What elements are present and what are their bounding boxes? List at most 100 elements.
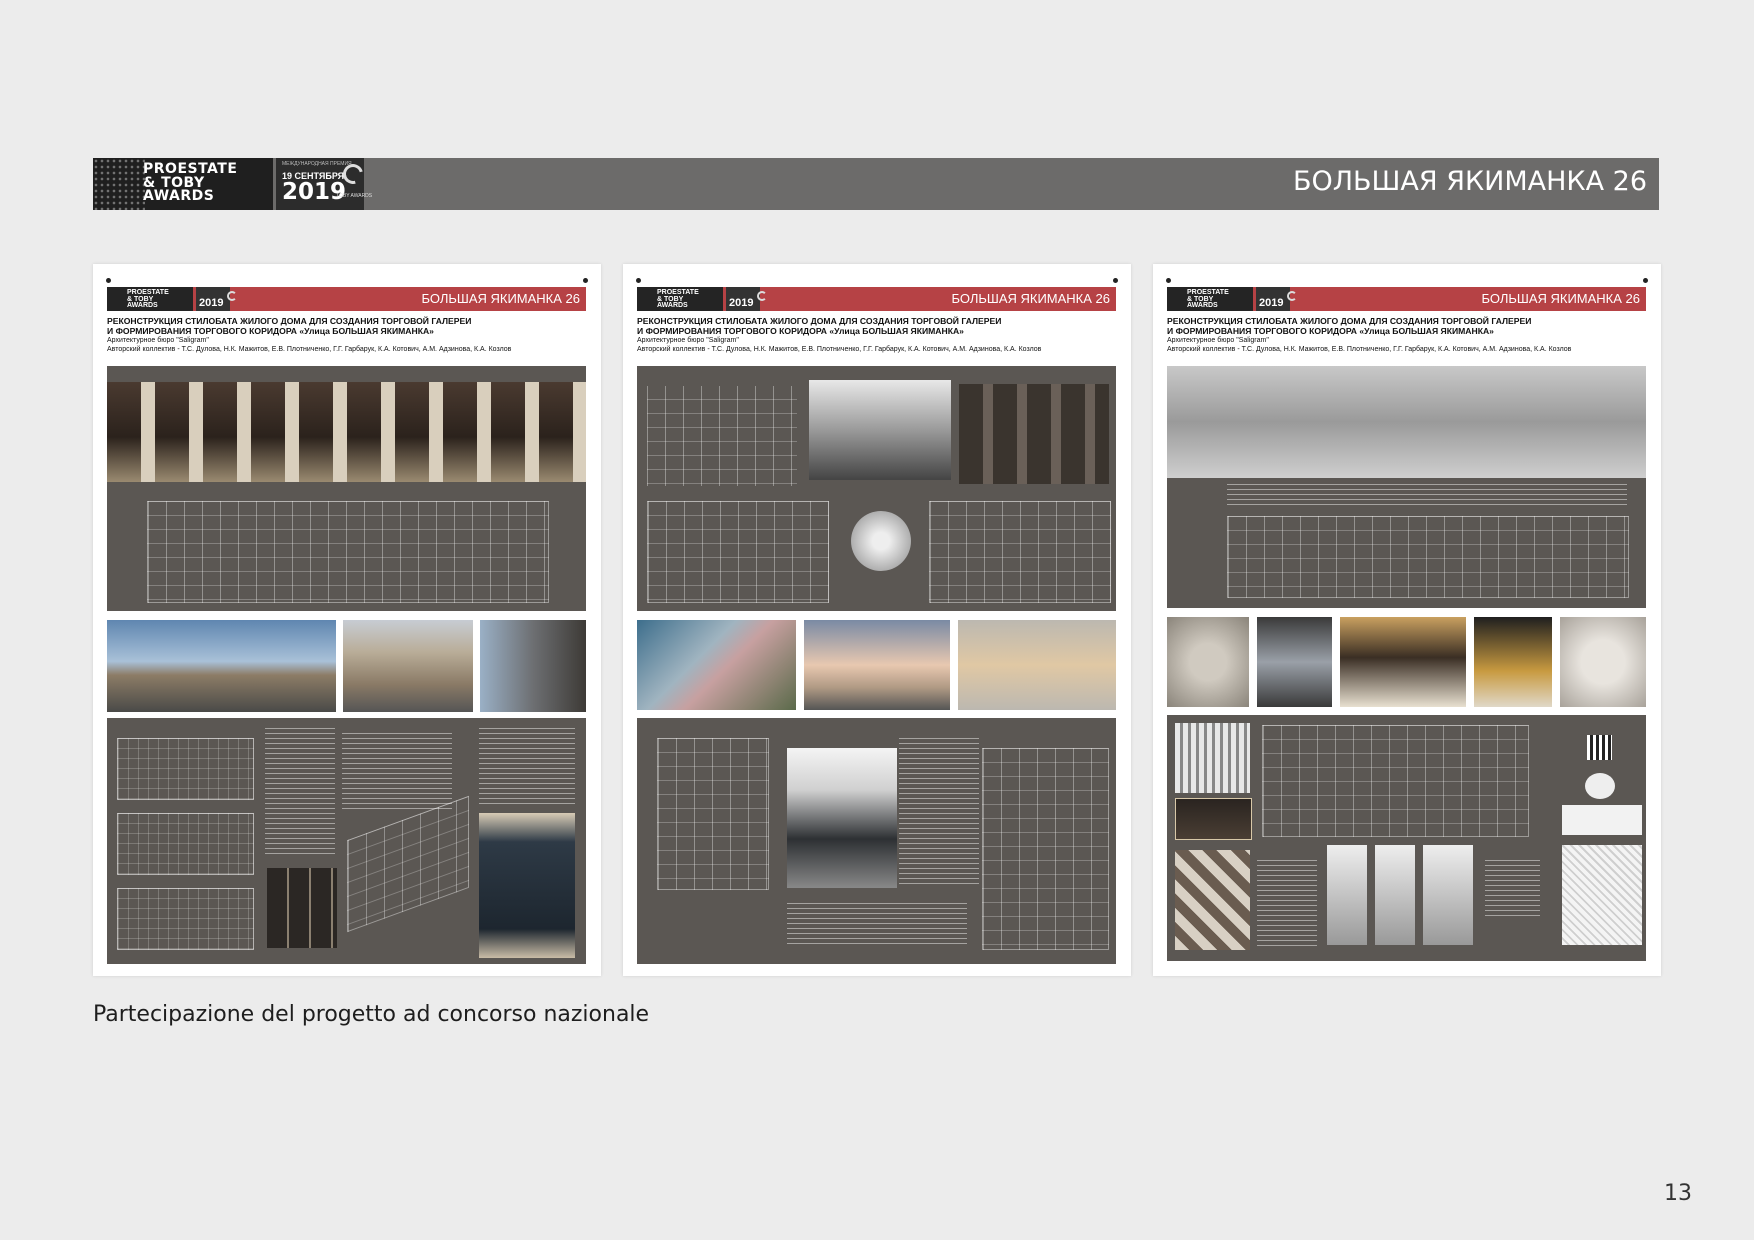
poster-header: PROESTATE & TOBY AWARDS 2019 БОЛЬШАЯ ЯКИ… [637, 287, 1116, 311]
header-banner: PROESTATE & TOBY AWARDS МЕЖДУНАРОДНАЯ ПР… [93, 158, 1659, 210]
pin-icon [106, 278, 111, 283]
poster-title: БОЛЬШАЯ ЯКИМАНКА 26 [1481, 291, 1640, 306]
text-block [787, 903, 967, 948]
site-model [958, 620, 1116, 710]
poster-bureau: Архитектурное бюро "Saligram" [637, 337, 739, 344]
relief-detail-photo [1560, 617, 1646, 707]
poster-authors: Авторский коллектив - Т.С. Дулова, Н.К. … [637, 346, 1042, 353]
poster-authors: Авторский коллектив - Т.С. Дулова, Н.К. … [1167, 346, 1572, 353]
facade-panel [107, 366, 586, 611]
page-number: 13 [1664, 1181, 1692, 1206]
lettering-pattern [1562, 845, 1642, 945]
building-photo [343, 620, 473, 712]
poster-logo: PROESTATE & TOBY AWARDS [637, 287, 723, 311]
floor-plan [117, 738, 254, 800]
ornament-details [959, 384, 1109, 484]
awards-logo: PROESTATE & TOBY AWARDS [93, 158, 273, 210]
pin-icon [1643, 278, 1648, 283]
crescent-icon [1287, 291, 1297, 301]
street-photo [107, 620, 336, 712]
poster-subtitle: РЕКОНСТРУКЦИЯ СТИЛОБАТА ЖИЛОГО ДОМА ДЛЯ … [107, 316, 587, 354]
poster-authors: Авторский коллектив - Т.С. Дулова, Н.К. … [107, 346, 512, 353]
poster-bureau: Архитектурное бюро "Saligram" [1167, 337, 1269, 344]
poster-heading-2: И ФОРМИРОВАНИЯ ТОРГОВОГО КОРИДОРА «Улица… [637, 326, 964, 336]
aerial-render [637, 620, 796, 710]
floor-plan [117, 888, 254, 950]
poster-heading-2: И ФОРМИРОВАНИЯ ТОРГОВОГО КОРИДОРА «Улица… [1167, 326, 1494, 336]
storefront-photo [787, 748, 897, 888]
sections-panel [637, 718, 1116, 964]
street-view-photo [480, 620, 586, 712]
poster-3: PROESTATE & TOBY AWARDS 2019 БОЛЬШАЯ ЯКИ… [1153, 264, 1661, 976]
text-block [265, 728, 335, 858]
interior-photo [1474, 617, 1552, 707]
spec-text [899, 738, 979, 888]
poster-title: БОЛЬШАЯ ЯКИМАНКА 26 [421, 291, 580, 306]
ornament-photo [1175, 723, 1250, 793]
text-block [1257, 860, 1317, 950]
crescent-icon [757, 291, 767, 301]
pin-icon [1113, 278, 1118, 283]
pin-icon [636, 278, 641, 283]
interior-plan [1262, 725, 1529, 837]
page-title: БОЛЬШАЯ ЯКИМАНКА 26 [1292, 166, 1647, 197]
detail-photo [267, 868, 337, 948]
plans-panel [107, 718, 586, 964]
details-panel [637, 366, 1116, 611]
elevation-drawing [647, 386, 797, 486]
poster-header: PROESTATE & TOBY AWARDS 2019 БОЛЬШАЯ ЯКИ… [1167, 287, 1646, 311]
pin-icon [583, 278, 588, 283]
qr-code [1587, 735, 1612, 760]
materials-swatches [1175, 850, 1250, 950]
toby-label: TOBY AWARDS [336, 193, 373, 199]
poster-logo: PROESTATE & TOBY AWARDS [1167, 287, 1253, 311]
facade-photo [107, 382, 586, 482]
poster-heading-1: РЕКОНСТРУКЦИЯ СТИЛОБАТА ЖИЛОГО ДОМА ДЛЯ … [1167, 316, 1532, 326]
text-block [1485, 860, 1540, 920]
text-block [1227, 484, 1627, 506]
awards-logo-text: PROESTATE & TOBY AWARDS [143, 161, 238, 204]
poster-subtitle: РЕКОНСТРУКЦИЯ СТИЛОБАТА ЖИЛОГО ДОМА ДЛЯ … [1167, 316, 1647, 354]
sculpture-photo [1375, 845, 1415, 945]
floor-plan [117, 813, 254, 875]
relief-detail-photo [1167, 617, 1249, 707]
poster-subtitle: РЕКОНСТРУКЦИЯ СТИЛОБАТА ЖИЛОГО ДОМА ДЛЯ … [637, 316, 1117, 354]
bas-relief-photo [1167, 366, 1646, 478]
poster-heading-1: РЕКОНСТРУКЦИЯ СТИЛОБАТА ЖИЛОГО ДОМА ДЛЯ … [637, 316, 1002, 326]
event-label: МЕЖДУНАРОДНАЯ ПРЕМИЯ [282, 161, 352, 167]
poster-logo: PROESTATE & TOBY AWARDS [107, 287, 193, 311]
axonometric-drawing [347, 795, 469, 933]
facade-render [809, 380, 951, 480]
facade-drawing [929, 501, 1111, 603]
poster-heading-2: И ФОРМИРОВАНИЯ ТОРГОВОГО КОРИДОРА «Улица… [107, 326, 434, 336]
sculpture-photo [1423, 845, 1473, 945]
facade-drawing [982, 748, 1109, 950]
facade-drawing [147, 501, 549, 603]
text-block [479, 728, 575, 808]
poster-heading-1: РЕКОНСТРУКЦИЯ СТИЛОБАТА ЖИЛОГО ДОМА ДЛЯ … [107, 316, 472, 326]
text-block [342, 733, 452, 813]
poster-bureau: Архитектурное бюро "Saligram" [107, 337, 209, 344]
poster-1: PROESTATE & TOBY AWARDS 2019 БОЛЬШАЯ ЯКИ… [93, 264, 601, 976]
poster-year: 2019 [726, 287, 760, 311]
sculpture-photo [1327, 845, 1367, 945]
section-drawing [657, 738, 769, 890]
facade-drawing [647, 501, 829, 603]
dots-pattern [93, 158, 145, 210]
interior-render [1340, 617, 1466, 707]
entrance-photo [479, 813, 575, 958]
crescent-icon [227, 291, 237, 301]
poster-year: 2019 [1256, 287, 1290, 311]
poster-title: БОЛЬШАЯ ЯКИМАНКА 26 [951, 291, 1110, 306]
poster-2: PROESTATE & TOBY AWARDS 2019 БОЛЬШАЯ ЯКИ… [623, 264, 1131, 976]
sign-photo [1175, 798, 1252, 840]
lettering-sign [1562, 805, 1642, 835]
statue-photo [1257, 617, 1332, 707]
facade-drawing [1227, 516, 1629, 598]
number-badge [1585, 773, 1615, 799]
interior-panel [1167, 715, 1646, 961]
pin-icon [1166, 278, 1171, 283]
caption: Partecipazione del progetto ad concorso … [93, 1002, 650, 1027]
poster-year: 2019 [196, 287, 230, 311]
medallion-image [851, 511, 911, 571]
